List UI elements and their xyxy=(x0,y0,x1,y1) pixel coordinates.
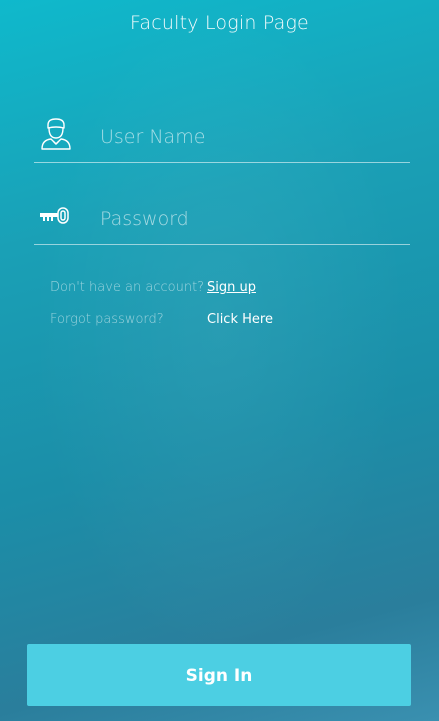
background-glow xyxy=(0,0,439,721)
username-input[interactable] xyxy=(100,120,400,154)
username-field-row xyxy=(34,114,410,163)
signup-link[interactable]: Sign up xyxy=(207,280,256,295)
forgot-password-link[interactable]: Click Here xyxy=(207,312,273,327)
password-input[interactable] xyxy=(100,202,400,236)
sign-in-button[interactable]: Sign In xyxy=(27,644,411,706)
user-icon xyxy=(38,116,74,152)
forgot-password-prompt: Forgot password? xyxy=(50,312,164,327)
password-field-row xyxy=(34,196,410,245)
page-title: Faculty Login Page xyxy=(130,12,309,34)
key-icon xyxy=(38,198,74,234)
signup-prompt: Don't have an account? xyxy=(50,280,205,295)
